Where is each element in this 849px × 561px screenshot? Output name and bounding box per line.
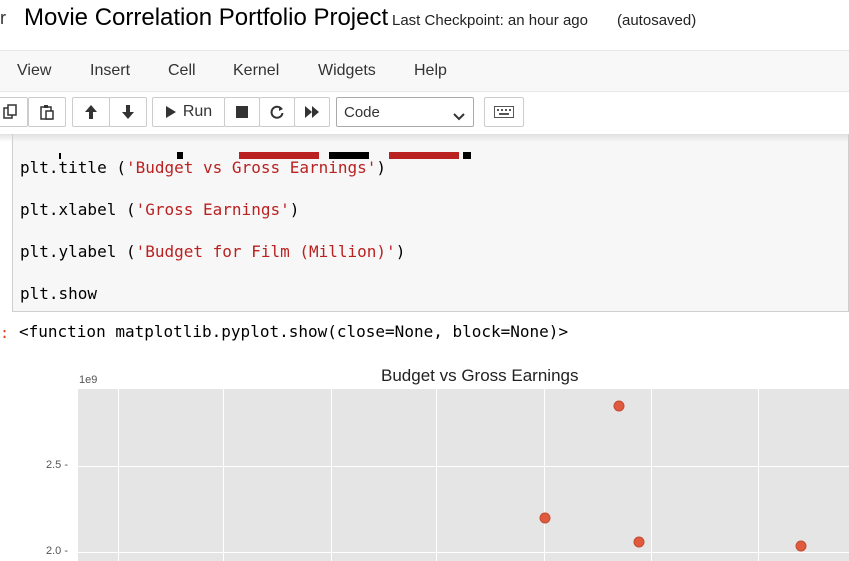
code-cell[interactable]: plt.title ('Budget vs Gross Earnings') p…: [12, 134, 849, 312]
menu-insert[interactable]: Insert: [90, 62, 130, 80]
chart-title: Budget vs Gross Earnings: [381, 366, 579, 385]
menu-widgets[interactable]: Widgets: [318, 62, 376, 80]
copy-icon: [2, 104, 18, 120]
grid-line-vertical: [223, 389, 224, 561]
menu-bar: View Insert Cell Kernel Widgets Help: [0, 50, 849, 92]
fast-forward-icon: [304, 105, 320, 119]
notebook-header: r Movie Correlation Portfolio Project La…: [0, 0, 849, 48]
output-prompt: :: [0, 324, 10, 342]
grid-line-vertical: [758, 389, 759, 561]
code-line-xlabel: plt.xlabel ('Gross Earnings'): [20, 200, 300, 219]
code-line-title: plt.title ('Budget vs Gross Earnings'): [20, 158, 387, 177]
scatter-plot-area: [78, 389, 849, 561]
code-line-show: plt.show: [20, 284, 98, 303]
menu-kernel[interactable]: Kernel: [233, 62, 279, 80]
cell-type-value: Code: [344, 104, 380, 121]
scatter-point: [795, 540, 807, 552]
autosave-status: (autosaved): [617, 12, 697, 29]
menu-view[interactable]: View: [17, 62, 51, 80]
command-palette-button[interactable]: [484, 97, 524, 127]
toolbar: Run Code: [0, 92, 849, 134]
code-line-ylabel: plt.ylabel ('Budget for Film (Million)'): [20, 242, 406, 261]
paste-button[interactable]: [28, 97, 66, 127]
restart-icon: [270, 105, 284, 119]
menu-help[interactable]: Help: [414, 62, 447, 80]
output-text: <function matplotlib.pyplot.show(close=N…: [19, 322, 569, 341]
grid-line-vertical: [544, 389, 545, 561]
grid-line-horizontal: [78, 552, 849, 554]
stop-icon: [236, 106, 248, 118]
y-tick-label: 2.0 -: [46, 545, 69, 558]
keyboard-icon: [494, 106, 514, 118]
grid-line-vertical: [651, 389, 652, 561]
chevron-down-icon: [453, 108, 465, 126]
scatter-point: [633, 536, 645, 548]
grid-line-horizontal: [78, 466, 849, 468]
menu-cell[interactable]: Cell: [168, 62, 196, 80]
run-all-button[interactable]: [294, 97, 330, 127]
move-up-button[interactable]: [72, 97, 110, 127]
scatter-point: [539, 512, 551, 524]
move-down-button[interactable]: [109, 97, 147, 127]
y-exponent-label: 1e9: [79, 374, 98, 386]
arrow-up-icon: [84, 104, 98, 120]
checkpoint-status: Last Checkpoint: an hour ago: [392, 12, 588, 29]
paste-icon: [39, 104, 55, 120]
notebook-title[interactable]: Movie Correlation Portfolio Project: [24, 4, 388, 32]
grid-line-vertical: [331, 389, 332, 561]
arrow-down-icon: [121, 104, 135, 120]
run-label: Run: [182, 103, 213, 120]
toolbar-shadow: [0, 134, 849, 142]
run-button[interactable]: Run: [152, 97, 225, 127]
grid-line-vertical: [118, 389, 119, 561]
interrupt-button[interactable]: [224, 97, 260, 127]
y-tick-label: 2.5 -: [46, 459, 69, 472]
copy-button[interactable]: [0, 97, 28, 127]
run-icon: [165, 105, 177, 119]
cell-type-select[interactable]: Code: [336, 97, 474, 127]
restart-button[interactable]: [259, 97, 295, 127]
scatter-point: [613, 400, 625, 412]
grid-line-vertical: [436, 389, 437, 561]
logo-fragment: r: [0, 8, 6, 28]
